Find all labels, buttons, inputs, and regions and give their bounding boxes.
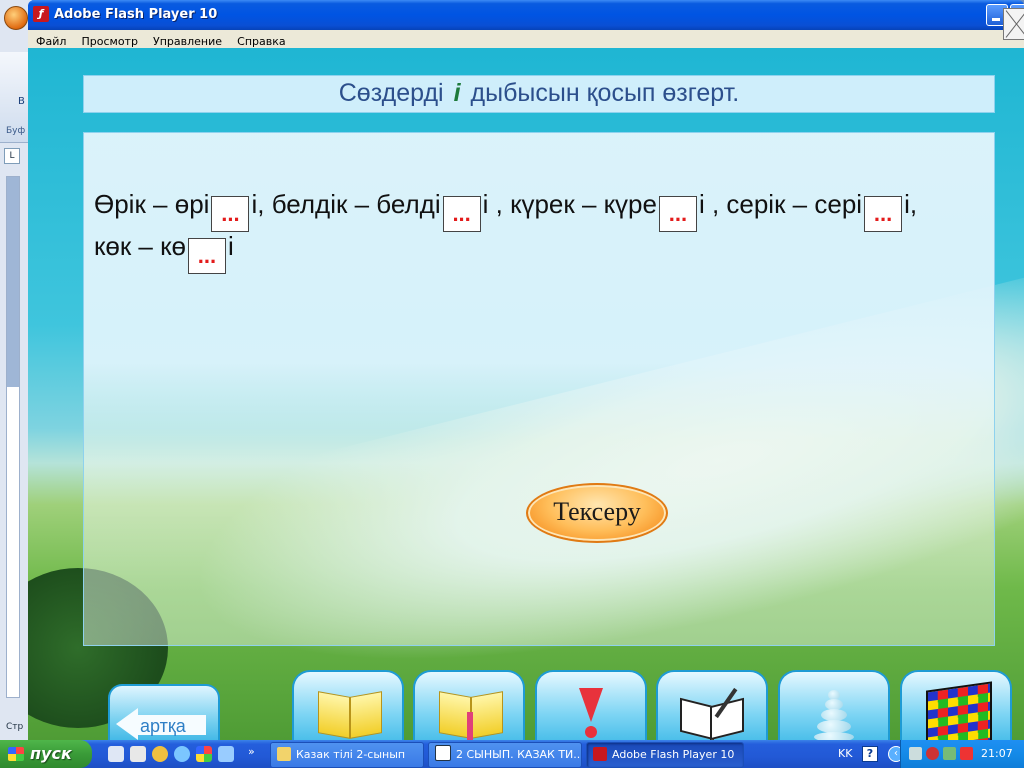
word-text: і	[227, 231, 234, 261]
language-indicator[interactable]: KK	[838, 747, 852, 760]
nav-button-stones[interactable]	[778, 670, 890, 740]
exercise-line-1: Өрік – өрі... і, белдік – белді... і , күр…	[94, 189, 917, 232]
office-button-icon[interactable]	[4, 6, 28, 30]
flash-player-window: ƒ Adobe Flash Player 10 Файл Просмотр Уп…	[28, 0, 1024, 740]
word-text: і ,	[482, 189, 511, 219]
windows-flag-icon	[8, 747, 24, 761]
instruction-text: Сөздерді і дыбысын қосып өзгерт.	[338, 79, 740, 107]
answer-blank[interactable]: ...	[442, 196, 481, 232]
task-label: Казак тілі 2-сынып	[296, 748, 406, 761]
nav-button-book[interactable]	[292, 670, 404, 740]
quicklaunch-save-icon[interactable]	[130, 746, 146, 762]
arrow-left-icon	[116, 708, 138, 740]
answer-blank[interactable]: ...	[658, 196, 697, 232]
taskbar: пуск » Казак тілі 2-сынып 2 СЫНЫП. КАЗАК…	[0, 740, 1024, 768]
task-folder[interactable]: Казак тілі 2-сынып	[270, 742, 424, 768]
word-document-icon	[435, 745, 451, 761]
exercise-panel: Өрік – өрі... і, белдік – белді... і , күр…	[83, 132, 995, 646]
instruction-header: Сөздерді і дыбысын қосып өзгерт.	[83, 75, 995, 113]
close-exercise-button[interactable]	[1003, 8, 1024, 40]
task-label: Adobe Flash Player 10	[612, 748, 735, 761]
vertical-ruler	[6, 176, 20, 698]
clipboard-label: Буф	[6, 126, 26, 136]
system-tray: 21:07	[900, 740, 1024, 768]
window-title: Adobe Flash Player 10	[54, 7, 218, 22]
app-tray-icon[interactable]	[960, 747, 973, 760]
quicklaunch-more-icon[interactable]: »	[248, 745, 255, 758]
network-tray-icon[interactable]	[909, 747, 922, 760]
warning-icon	[579, 688, 603, 722]
check-button-label: Тексеру	[553, 497, 641, 526]
nav-button-cube[interactable]	[900, 670, 1012, 740]
safely-remove-tray-icon[interactable]	[943, 747, 956, 760]
highlight-letter: і	[453, 79, 461, 107]
task-flash-player[interactable]: Adobe Flash Player 10	[586, 742, 744, 768]
stones-pyramid-icon	[814, 690, 854, 740]
answer-blank[interactable]: ...	[211, 196, 250, 232]
nav-button-open-book[interactable]	[656, 670, 768, 740]
word-text: і,	[904, 189, 918, 219]
word-text: Өрік – өрі	[94, 189, 210, 219]
rubiks-cube-icon	[926, 681, 992, 740]
flash-stage: Сөздерді і дыбысын қосып өзгерт. Өрік – өр…	[28, 48, 1024, 740]
status-page-label: Стр	[6, 722, 24, 732]
start-label: пуск	[30, 744, 72, 763]
start-button[interactable]: пуск	[0, 740, 92, 768]
task-label: 2 СЫНЫП. КАЗАК ТИ...	[456, 748, 582, 761]
quicklaunch-media-icon[interactable]	[152, 746, 168, 762]
menu-view[interactable]: Просмотр	[73, 33, 137, 48]
word-text: і,	[251, 189, 272, 219]
ribbon-letter: В	[18, 96, 25, 107]
task-word-document[interactable]: 2 СЫНЫП. КАЗАК ТИ...	[428, 742, 582, 768]
open-book-pen-icon	[680, 687, 744, 740]
menu-file[interactable]: Файл	[28, 33, 66, 48]
nav-button-warning[interactable]	[535, 670, 647, 740]
back-button-label: артқа	[140, 716, 186, 736]
quicklaunch-windows-icon[interactable]	[196, 746, 212, 762]
answer-blank[interactable]: ...	[864, 196, 903, 232]
exercise-line-2: көк – кө... і	[94, 231, 234, 274]
antivirus-tray-icon[interactable]	[926, 747, 939, 760]
word-text: күрек – күре	[510, 189, 657, 219]
title-bar[interactable]: ƒ Adobe Flash Player 10	[28, 0, 1024, 30]
quicklaunch-browser-icon[interactable]	[174, 746, 190, 762]
check-button[interactable]: Тексеру	[526, 483, 668, 543]
word-text: көк – кө	[94, 231, 186, 261]
nav-button-book-bookmark[interactable]	[413, 670, 525, 740]
help-icon[interactable]: ?	[862, 746, 878, 762]
flash-icon	[593, 747, 607, 761]
clock[interactable]: 21:07	[981, 747, 1013, 760]
quicklaunch-desktop-icon[interactable]	[108, 746, 124, 762]
tab-stop-icon[interactable]: L	[4, 148, 20, 164]
quicklaunch-network-icon[interactable]	[218, 746, 234, 762]
menu-help[interactable]: Справка	[229, 33, 285, 48]
back-button[interactable]: артқа	[108, 684, 220, 740]
word-text: серік – сері	[726, 189, 863, 219]
menu-control[interactable]: Управление	[145, 33, 222, 48]
book-icon	[318, 686, 382, 739]
flash-icon: ƒ	[33, 6, 49, 22]
word-text: белдік – белді	[271, 189, 441, 219]
menu-bar: Файл Просмотр Управление Справка	[28, 30, 1024, 49]
answer-blank[interactable]: ...	[187, 238, 226, 274]
book-bookmark-icon	[439, 686, 503, 740]
word-text: і ,	[698, 189, 727, 219]
folder-icon	[277, 747, 291, 761]
